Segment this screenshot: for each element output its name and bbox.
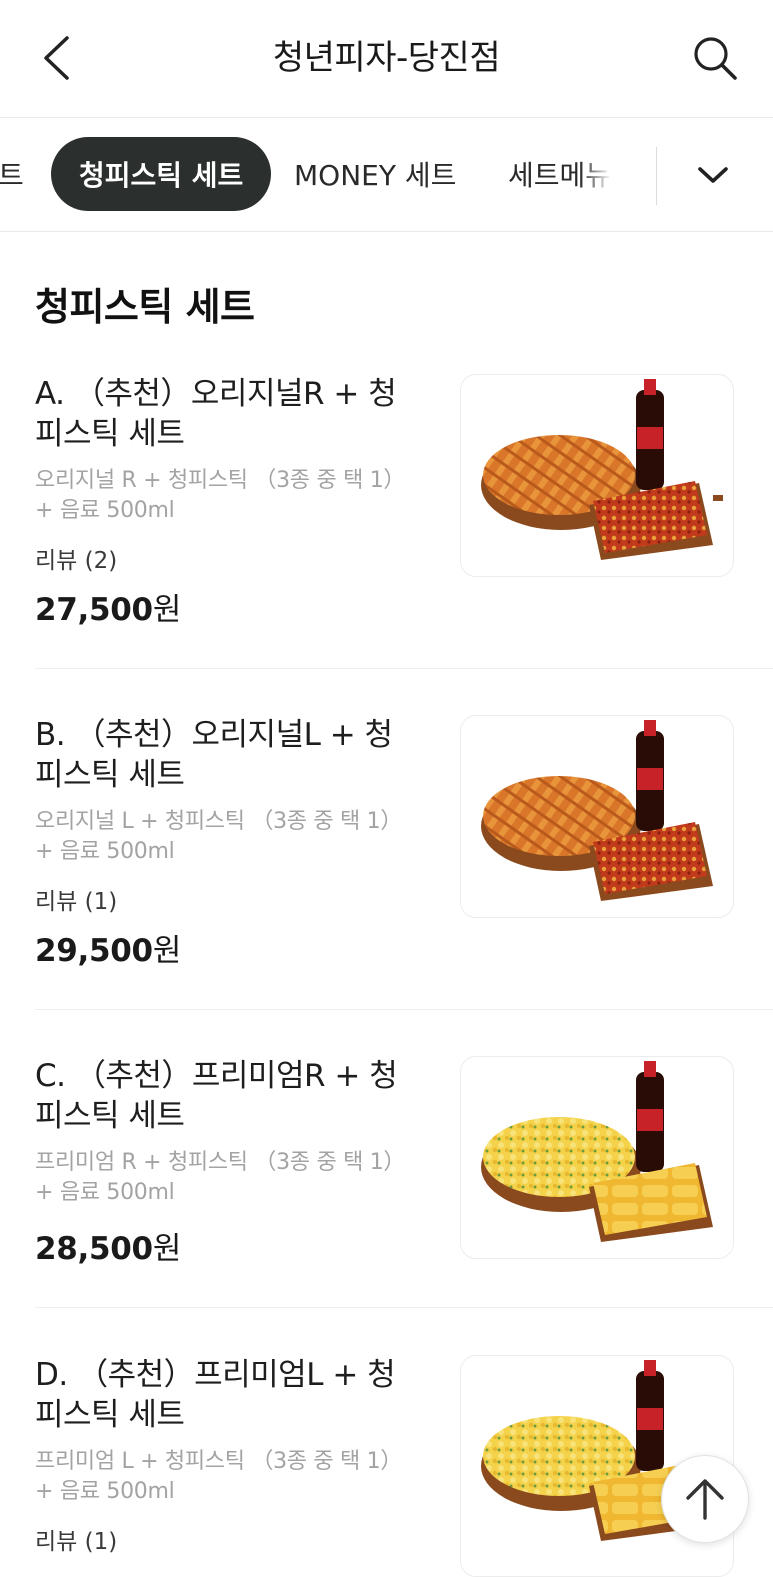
menu-item-review[interactable]: 리뷰 (1) <box>35 1522 117 1556</box>
scroll-to-top-button[interactable] <box>661 1455 749 1543</box>
tab-set-menu[interactable]: 세트메뉴 <box>508 137 611 211</box>
section-title: 청피스틱 세트 <box>35 285 255 329</box>
menu-item-review[interactable]: 리뷰 (1) <box>35 882 117 916</box>
menu-item-desc: 프리미엄 L + 청피스틱 （3종 중 택 1） + 음료 500ml <box>35 1449 403 1504</box>
tab-partial[interactable]: 트 <box>0 137 24 211</box>
menu-item-name: B. （추천）오리지널L + 청피스틱 세트 <box>35 717 393 793</box>
price-unit: 원 <box>152 592 182 628</box>
menu-item-image <box>460 374 734 577</box>
menu-item-desc: 프리미엄 R + 청피스틱 （3종 중 택 1） + 음료 500ml <box>35 1150 406 1205</box>
store-title: 청년피자-당진점 <box>272 38 501 78</box>
tabs-expand-button[interactable] <box>676 145 750 205</box>
menu-item-name: A. （추천）오리지널R + 청피스틱 세트 <box>35 376 397 452</box>
app-header: 청년피자-당진점 <box>0 0 773 118</box>
price-unit: 원 <box>152 1231 182 1267</box>
tabs-divider <box>656 147 657 205</box>
price-amount: 28,500 <box>35 1231 153 1267</box>
tab-money-set[interactable]: MONEY 세트 <box>294 137 456 211</box>
arrow-up-icon <box>686 1479 724 1520</box>
menu-item-price: 27,500원 <box>35 584 181 629</box>
menu-item-name: C. （추천）프리미엄R + 청피스틱 세트 <box>35 1058 398 1134</box>
menu-item-review[interactable]: 리뷰 (2) <box>35 541 117 575</box>
search-button[interactable] <box>685 28 745 88</box>
menu-item-image <box>460 715 734 918</box>
category-tabs: 트 청피스틱 세트 MONEY 세트 세트메뉴 <box>0 119 773 232</box>
menu-item-image <box>460 1056 734 1259</box>
menu-item-desc: 오리지널 L + 청피스틱 （3종 중 택 1） + 음료 500ml <box>35 809 403 864</box>
tab-chungpistick-set[interactable]: 청피스틱 세트 <box>51 137 272 211</box>
menu-divider <box>35 1307 773 1308</box>
price-unit: 원 <box>152 933 182 969</box>
menu-item-price: 28,500원 <box>35 1223 181 1268</box>
chevron-down-icon <box>698 167 728 183</box>
menu-item-desc: 오리지널 R + 청피스틱 （3종 중 택 1） + 음료 500ml <box>35 468 406 523</box>
menu-divider <box>35 1009 773 1010</box>
price-amount: 29,500 <box>35 933 153 969</box>
price-amount: 27,500 <box>35 592 153 628</box>
menu-divider <box>35 668 773 669</box>
search-icon <box>694 37 737 80</box>
menu-item-name: D. （추천）프리미엄L + 청피스틱 세트 <box>35 1357 396 1433</box>
menu-item-price: 29,500원 <box>35 925 181 970</box>
